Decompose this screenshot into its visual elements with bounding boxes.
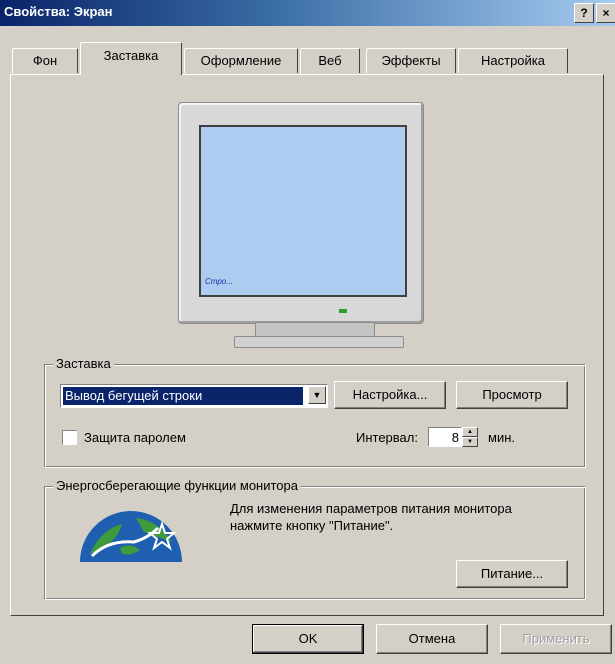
interval-spinner: ▲ ▼ [462,427,478,447]
monitor-screen: Стро... [199,125,407,297]
interval-label: Интервал: [356,430,418,445]
password-protect-label: Защита паролем [84,430,186,445]
window-title: Свойства: Экран [4,4,113,19]
power-button-label: Питание... [480,566,544,581]
tab-web[interactable]: Веб [300,48,360,73]
monitor-power-led [339,309,347,313]
dropdown-arrow-icon[interactable]: ▼ [308,386,326,404]
help-icon: ? [580,6,588,20]
tab-background[interactable]: Фон [12,48,78,73]
interval-input[interactable]: 8 [428,427,462,447]
ok-label: OK [298,631,318,646]
monitor-preview: Стро... [178,102,424,324]
cancel-button[interactable]: Отмена [376,624,488,654]
tab-appearance[interactable]: Оформление [184,48,298,73]
ok-button[interactable]: OK [252,624,364,654]
title-bar[interactable]: Свойства: Экран ? × [0,0,615,26]
screensaver-selected-value: Вывод бегущей строки [63,387,303,405]
tab-settings[interactable]: Настройка [458,48,568,73]
apply-button[interactable]: Применить [500,624,612,654]
help-button[interactable]: ? [574,3,594,23]
screensaver-select[interactable]: Вывод бегущей строки ▼ [60,384,328,408]
screensaver-preview-label: Просмотр [482,387,542,402]
cancel-label: Отмена [408,631,456,646]
interval-unit: мин. [488,430,515,445]
preview-marquee-text: Стро... [205,277,233,286]
tab-effects[interactable]: Эффекты [366,48,456,73]
energy-group-label: Энергосберегающие функции монитора [53,478,301,493]
monitor-stand-base [234,336,404,348]
screensaver-group: Заставка [44,356,586,468]
close-button[interactable]: × [596,3,615,23]
spin-down-icon[interactable]: ▼ [462,437,478,447]
energy-description: Для изменения параметров питания монитор… [230,501,512,533]
password-protect-checkbox[interactable] [62,430,77,445]
screensaver-group-label: Заставка [53,356,114,371]
screensaver-settings-button[interactable]: Настройка... [334,381,446,409]
close-icon: × [602,6,610,20]
spin-up-icon[interactable]: ▲ [462,427,478,437]
screensaver-preview-button[interactable]: Просмотр [456,381,568,409]
energy-star-icon [80,511,182,562]
tab-screensaver[interactable]: Заставка [80,42,182,75]
display-properties-dialog: Свойства: Экран ? × Фон Заставка Оформле… [0,0,615,664]
screensaver-settings-label: Настройка... [352,387,428,402]
apply-label: Применить [522,631,590,646]
power-button[interactable]: Питание... [456,560,568,588]
